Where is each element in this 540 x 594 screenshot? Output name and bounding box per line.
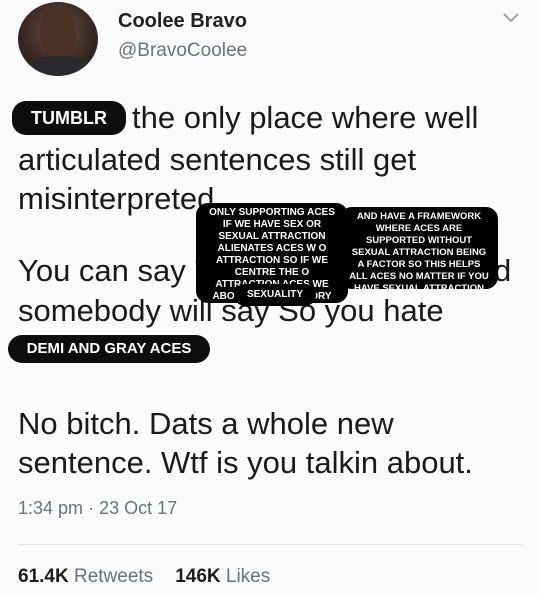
likes-label: Likes (225, 566, 271, 587)
tweet-text-line: articulated sentences still get (18, 142, 417, 177)
tweet-text-line: No bitch. Dats a whole new (18, 406, 394, 441)
retweets-label: Retweets (73, 566, 154, 587)
tweet-text-line: misinterpreted (18, 181, 215, 216)
divider (18, 544, 522, 545)
avatar-face (40, 8, 76, 56)
engagement-stats: 61.4K Retweets 146K Likes (18, 566, 270, 588)
tweet-text-line: the only place where well (132, 100, 479, 135)
avatar[interactable] (18, 2, 98, 76)
tweet-time: 1:34 pm (18, 498, 84, 518)
demi-gray-aces-tag: DEMI AND GRAY ACES (8, 335, 210, 363)
overlay-note-tail: SEXUALITY (234, 284, 316, 306)
overlay-note-right: AND HAVE A FRAMEWORK WHERE ACES ARE SUPP… (340, 207, 498, 306)
display-name[interactable]: Coolee Bravo (118, 10, 247, 33)
user-handle[interactable]: @BravoCoolee (118, 40, 247, 62)
likes-count: 146K (175, 566, 221, 587)
avatar-shirt (26, 56, 90, 76)
tumblr-tag: TUMBLR (12, 101, 126, 135)
retweets-stat[interactable]: 61.4K Retweets (18, 566, 153, 587)
tweet-timestamp[interactable]: 1:34 pm · 23 Oct 17 (18, 498, 177, 519)
tweet-text-line: sentence. Wtf is you talkin about. (18, 445, 473, 480)
retweets-count: 61.4K (18, 566, 69, 587)
likes-stat[interactable]: 146K Likes (175, 566, 270, 587)
chevron-down-icon[interactable] (502, 12, 520, 24)
meta-separator: · (88, 498, 95, 518)
tweet-text-line: You can say " (18, 253, 206, 288)
tweet-date: 23 Oct 17 (99, 498, 178, 518)
